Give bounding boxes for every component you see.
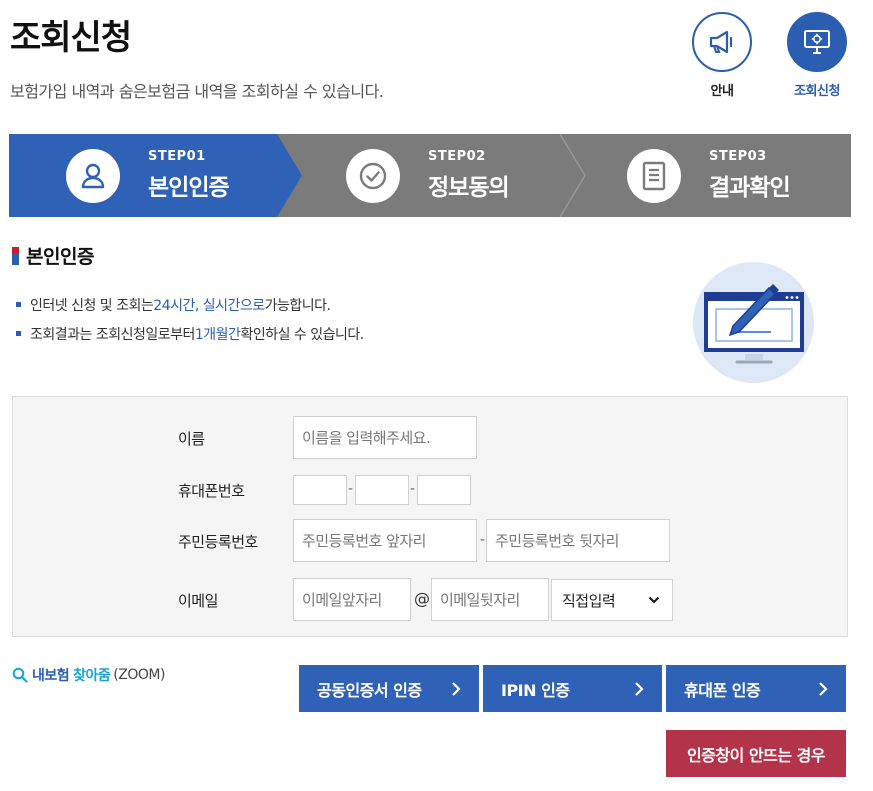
notice-list: 인터넷 신청 및 조회는 24시간, 실시간으로 가능합니다. 조회결과는 조회… <box>16 290 364 348</box>
phone-dash: - <box>348 481 354 497</box>
bullet-icon <box>16 331 21 336</box>
user-icon <box>81 163 105 188</box>
megaphone-icon <box>709 30 733 54</box>
email-id-input[interactable] <box>293 578 411 621</box>
zoom-link-text-b: 찾아줌 <box>73 668 111 684</box>
guide-label: 안내 <box>710 84 734 99</box>
chevron-right-icon <box>635 681 644 696</box>
notice-item: 조회결과는 조회신청일로부터 1개월간 확인하실 수 있습니다. <box>16 319 364 348</box>
phone-part2-input[interactable] <box>355 475 409 505</box>
step-1-number: STEP01 <box>148 149 206 164</box>
phone-part1-input[interactable] <box>293 475 347 505</box>
phone-auth-label: 휴대폰 인증 <box>684 680 761 700</box>
email-domain-input[interactable] <box>431 578 549 621</box>
search-icon <box>12 667 28 683</box>
step-3-number: STEP03 <box>709 149 767 164</box>
section-title-mark <box>12 246 19 265</box>
email-domain-select-value: 직접입력 <box>562 591 616 610</box>
chevron-right-icon <box>819 681 828 696</box>
email-domain-select[interactable]: 직접입력 <box>551 579 673 621</box>
monitor-settings-icon <box>804 30 830 54</box>
section-title-text: 본인인증 <box>26 246 94 268</box>
rrn-front-input[interactable] <box>293 519 477 562</box>
chevron-right-icon <box>452 681 461 696</box>
certificate-auth-label: 공동인증서 인증 <box>317 680 422 700</box>
step-2-name: 정보동의 <box>428 175 510 201</box>
step-2-number: STEP02 <box>428 149 486 164</box>
ipin-auth-button[interactable]: IPIN 인증 <box>483 665 662 712</box>
step-progress-bar: STEP01 본인인증 STEP02 정보동의 STEP03 결과확인 <box>9 134 851 217</box>
step-1: STEP01 본인인증 <box>66 134 230 217</box>
step-1-name: 본인인증 <box>148 175 230 201</box>
phone-label: 휴대폰번호 <box>178 482 245 500</box>
notice-item: 인터넷 신청 및 조회는 24시간, 실시간으로 가능합니다. <box>16 290 364 319</box>
page-description: 보험가입 내역과 숨은보험금 내역을 조회하실 수 있습니다. <box>10 82 384 101</box>
check-circle-icon <box>359 162 387 189</box>
page-title: 조회신청 <box>10 18 132 58</box>
step-3-name: 결과확인 <box>709 175 791 201</box>
phone-dash: - <box>410 481 416 497</box>
rrn-back-input[interactable] <box>486 519 670 562</box>
ipin-auth-label: IPIN 인증 <box>501 680 570 700</box>
email-at-sign: @ <box>414 589 430 608</box>
monitor-pen-icon <box>704 284 804 364</box>
name-label: 이름 <box>178 430 205 448</box>
guide-button[interactable]: 안내 <box>687 12 757 99</box>
zoom-link-text-c: (ZOOM) <box>113 667 165 683</box>
step-2: STEP02 정보동의 <box>346 134 510 217</box>
apply-button[interactable]: 조회신청 <box>782 12 852 99</box>
zoom-link[interactable]: 내보험 찾아줌 (ZOOM) <box>12 665 165 685</box>
step-3: STEP03 결과확인 <box>627 134 791 217</box>
rrn-label: 주민등록번호 <box>178 533 258 551</box>
section-title: 본인인증 <box>12 242 94 269</box>
certificate-auth-button[interactable]: 공동인증서 인증 <box>299 665 479 712</box>
zoom-link-text-a: 내보험 <box>32 668 70 684</box>
phone-part3-input[interactable] <box>417 475 471 505</box>
document-icon <box>642 161 666 190</box>
bullet-icon <box>16 302 21 307</box>
chevron-down-icon <box>648 596 660 604</box>
phone-auth-button[interactable]: 휴대폰 인증 <box>666 665 846 712</box>
email-label: 이메일 <box>178 592 218 610</box>
apply-label: 조회신청 <box>794 84 840 99</box>
rrn-dash: - <box>480 532 486 548</box>
computer-illustration <box>693 262 814 383</box>
name-input[interactable] <box>293 416 477 459</box>
auth-window-help-button[interactable]: 인증창이 안뜨는 경우 <box>666 730 846 777</box>
